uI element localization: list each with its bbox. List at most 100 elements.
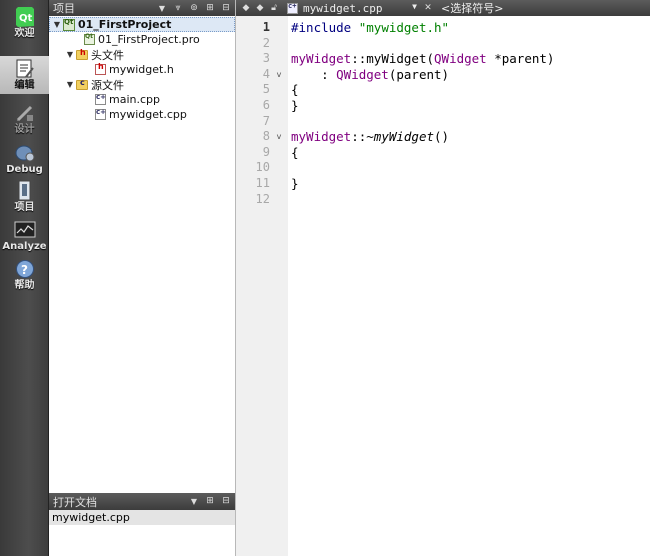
tree-item-label: mywidget.h — [109, 63, 174, 76]
editor-toolbar: ◆ ◆ 🔓︎ mywidget.cpp ▼ ✕ <选择符号> — [236, 0, 650, 16]
sync-link-icon[interactable]: ⊚ — [187, 1, 201, 15]
mode-debug-label: Debug — [6, 164, 43, 175]
tree-item-label: 01_FirstProject — [78, 18, 172, 31]
expand-arrow-icon[interactable]: ▼ — [52, 20, 62, 30]
tree-item-main-cpp[interactable]: main.cpp — [49, 92, 235, 107]
tree-item-project[interactable]: ▼ 01_FirstProject — [49, 17, 235, 32]
expand-arrow-icon[interactable]: ▼ — [65, 80, 75, 90]
project-panel: 项目 ▼ ⩔ ⊚ ⊞ ⊟ ▼ 01_FirstProject 01_FirstP… — [49, 0, 236, 493]
code-line: : QWidget(parent) — [291, 67, 449, 83]
header-file-icon — [95, 62, 106, 75]
mode-help-label: 帮助 — [14, 280, 35, 291]
code-token-italic: myWidget — [373, 129, 435, 145]
code-token: (parent) — [388, 66, 450, 82]
tree-item-source-folder[interactable]: ▼ 源文件 — [49, 77, 235, 92]
mode-bar: Qt 欢迎 编辑 设计 Debug 项目 Analyze ? 帮助 — [0, 0, 49, 556]
tree-item-header-folder[interactable]: ▼ 头文件 — [49, 47, 235, 62]
code-token: ::myWidget( — [351, 51, 435, 67]
fold-marker-icon[interactable]: v — [274, 67, 284, 83]
tree-item-label: mywidget.cpp — [109, 108, 187, 121]
mode-analyze-label: Analyze — [2, 241, 47, 252]
tree-item-pro-file[interactable]: 01_FirstProject.pro — [49, 32, 235, 47]
tree-item-mywidget-cpp[interactable]: mywidget.cpp — [49, 107, 235, 122]
open-docs-dropdown-icon[interactable]: ▼ — [191, 493, 197, 509]
code-line: myWidget::myWidget(QWidget *parent) — [291, 51, 554, 67]
code-line: { — [291, 144, 299, 160]
symbol-selector[interactable]: <选择符号> — [441, 0, 503, 16]
help-question-icon: ? — [14, 258, 36, 280]
line-number: 1 — [262, 20, 270, 34]
project-panel-title: 项目 — [53, 2, 75, 15]
line-number: 7 — [262, 113, 270, 128]
cpp-file-icon — [95, 93, 106, 105]
line-number: 5 — [262, 82, 270, 97]
svg-text:?: ? — [21, 263, 28, 277]
source-folder-icon — [76, 78, 88, 90]
line-number: 11 — [255, 176, 270, 190]
close-panel-icon[interactable]: ⊟ — [219, 494, 233, 508]
line-number: 12 — [255, 191, 270, 206]
code-line: myWidget::~myWidget() — [291, 129, 449, 145]
cpp-file-icon — [287, 2, 298, 14]
pro-file-icon — [84, 33, 95, 45]
fold-marker-icon[interactable]: v — [274, 129, 284, 145]
code-token-preprocessor: #include — [291, 20, 352, 35]
line-number: 2 — [262, 35, 270, 50]
forward-arrow-icon[interactable]: ◆ — [253, 1, 267, 15]
code-token: ::~ — [351, 129, 374, 145]
code-token-string: "mywidget.h" — [358, 20, 450, 35]
mode-edit-button[interactable]: 编辑 — [0, 56, 49, 94]
code-token-class: myWidget — [291, 51, 352, 67]
close-file-icon[interactable]: ✕ — [421, 1, 435, 15]
line-number: 10 — [255, 160, 270, 175]
svg-text:Qt: Qt — [19, 13, 33, 24]
cpp-file-icon — [95, 108, 106, 120]
code-line: #include "mywidget.h" — [291, 20, 449, 36]
design-pen-icon — [14, 102, 36, 124]
project-view-dropdown-icon[interactable]: ▼ — [159, 0, 165, 16]
mode-project-button[interactable]: 项目 — [0, 178, 49, 218]
code-token-class: QWidget — [336, 66, 389, 82]
code-line: { — [291, 82, 299, 98]
lock-icon[interactable]: 🔓︎ — [267, 1, 281, 15]
split-icon[interactable]: ⊞ — [203, 1, 217, 15]
close-panel-icon[interactable]: ⊟ — [219, 1, 233, 15]
current-file-name: mywidget.cpp — [303, 1, 383, 15]
split-icon[interactable]: ⊞ — [203, 494, 217, 508]
line-number: 8 — [262, 129, 270, 144]
code-line: } — [291, 98, 299, 113]
header-folder-icon — [76, 48, 88, 60]
mode-debug-button[interactable]: Debug — [0, 140, 49, 180]
open-documents-title: 打开文档 — [53, 495, 97, 509]
code-text-area[interactable]: #include "mywidget.h" myWidget::myWidget… — [288, 16, 650, 556]
tree-item-header-file[interactable]: mywidget.h — [49, 62, 235, 77]
back-arrow-icon[interactable]: ◆ — [239, 1, 253, 15]
qt-project-icon — [63, 18, 75, 31]
project-wrench-icon — [14, 180, 36, 202]
analyze-monitor-icon — [14, 219, 36, 241]
mode-design-label: 设计 — [14, 124, 35, 135]
line-number: 4 — [262, 66, 270, 81]
chevron-down-icon: ▼ — [412, 2, 417, 11]
expand-arrow-icon[interactable]: ▼ — [65, 50, 75, 60]
code-token-class: QWidget — [434, 51, 487, 67]
line-number: 6 — [262, 98, 270, 112]
debug-bug-icon — [14, 142, 36, 164]
file-selector[interactable]: mywidget.cpp ▼ — [287, 1, 417, 15]
filter-icon[interactable]: ⩔ — [171, 1, 185, 15]
code-token: : — [291, 66, 337, 82]
open-documents-panel: 打开文档 ▼ ⊞ ⊟ mywidget.cpp — [49, 493, 236, 556]
tree-item-label: 头文件 — [91, 48, 124, 62]
line-number: 3 — [262, 51, 270, 66]
project-panel-header: 项目 ▼ ⩔ ⊚ ⊞ ⊟ — [49, 0, 235, 16]
code-token-class: myWidget — [291, 129, 352, 145]
mode-welcome-button[interactable]: Qt 欢迎 — [0, 4, 49, 44]
tree-item-label: 源文件 — [91, 78, 124, 92]
mode-analyze-button[interactable]: Analyze — [0, 217, 49, 257]
mode-help-button[interactable]: ? 帮助 — [0, 256, 49, 296]
mode-design-button[interactable]: 设计 — [0, 100, 49, 140]
code-token: *parent) — [486, 51, 555, 67]
code-line: } — [291, 176, 299, 191]
open-documents-header: 打开文档 ▼ ⊞ ⊟ — [49, 493, 235, 510]
open-document-item[interactable]: mywidget.cpp — [49, 510, 235, 525]
